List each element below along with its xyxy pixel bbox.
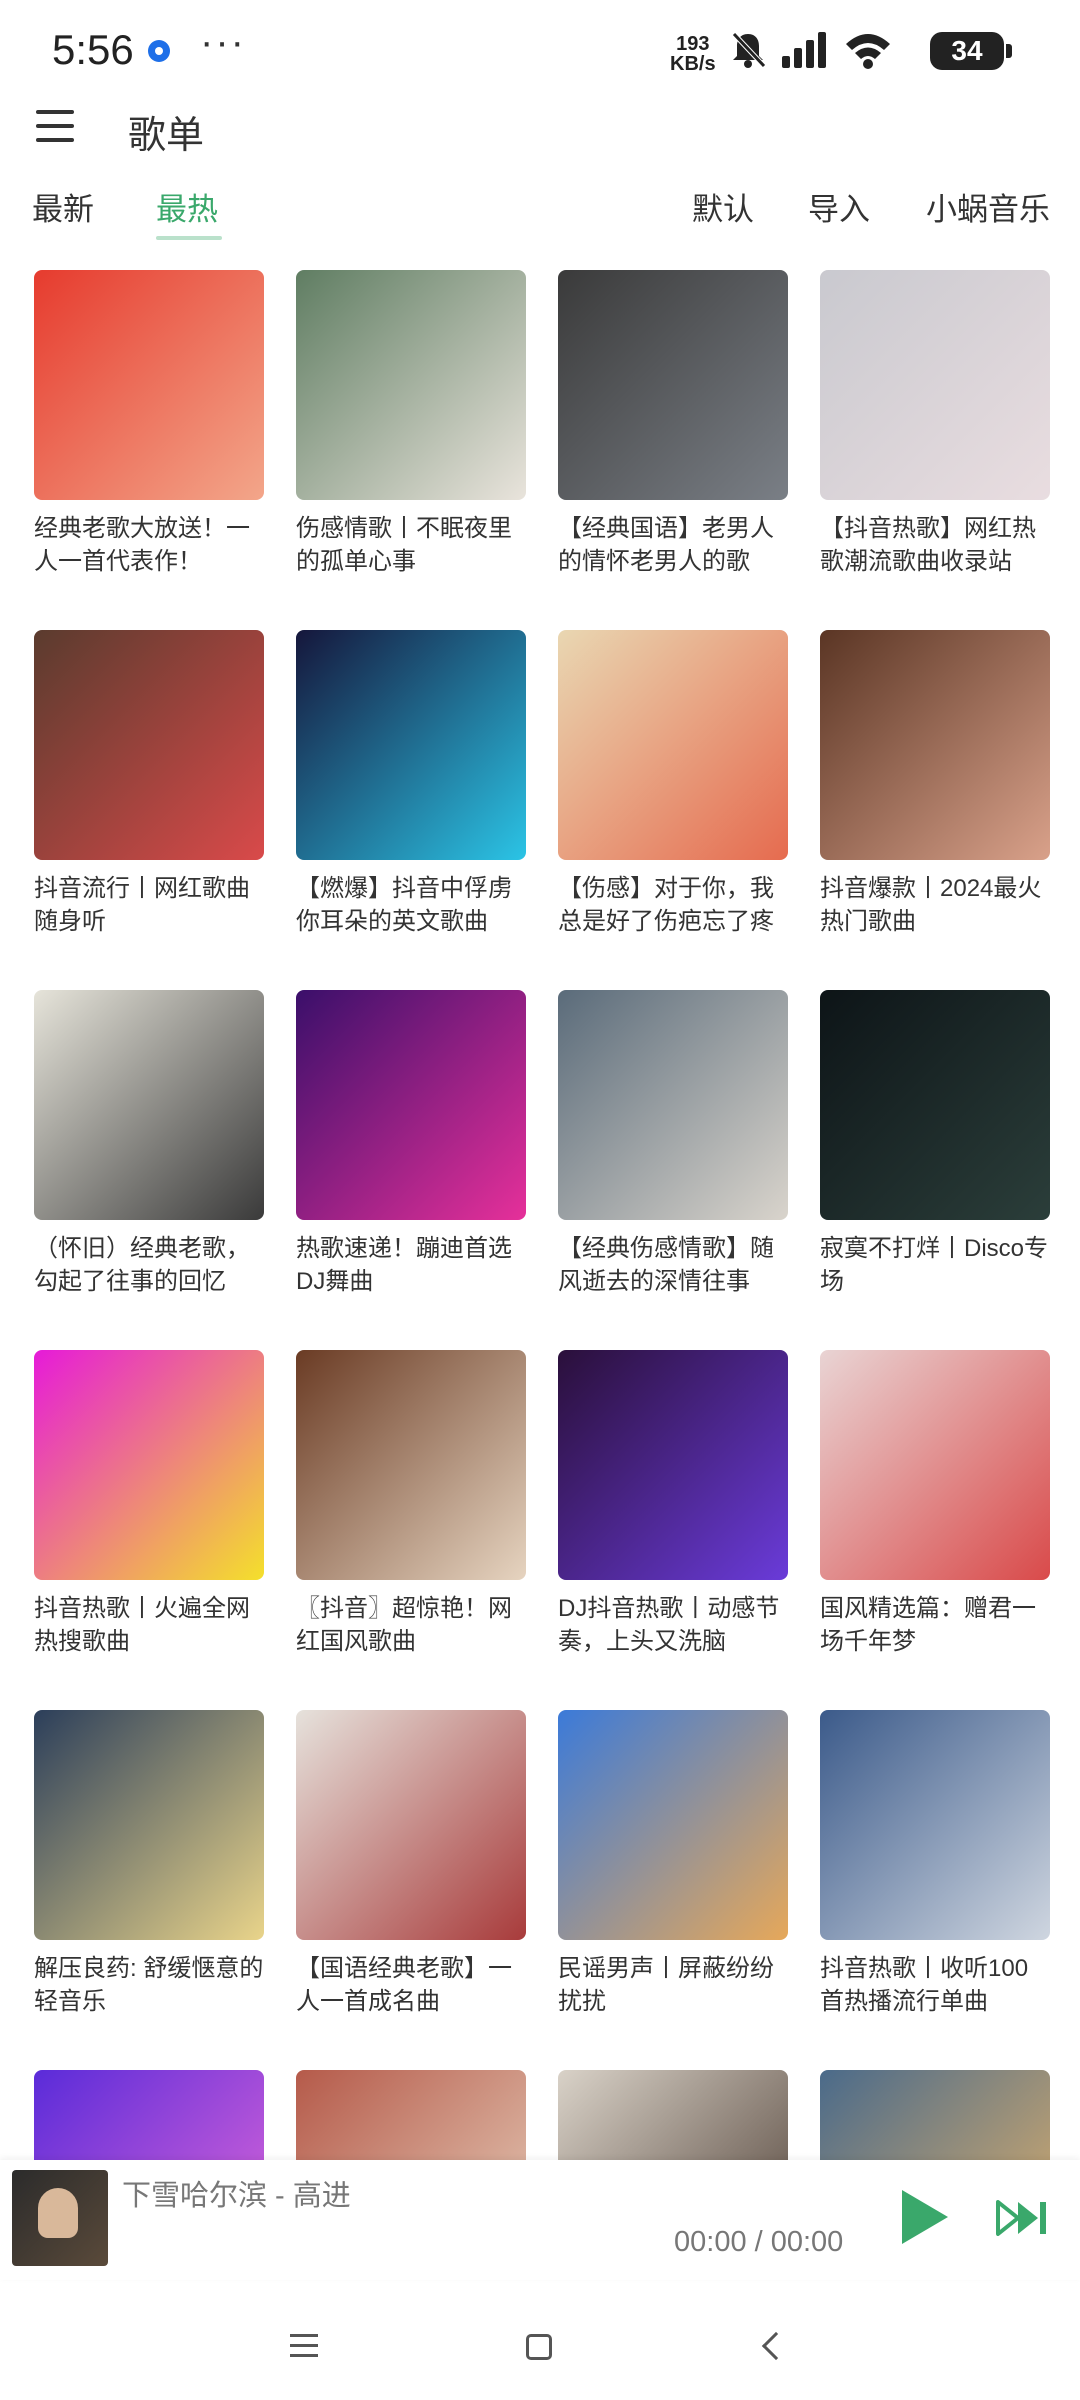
playlist-grid: 经典老歌大放送！一人一首代表作！ 伤感情歌丨不眠夜里的孤单心事 【经典国语】老男人的…	[0, 270, 1080, 2160]
location-icon	[148, 40, 170, 62]
mini-player[interactable]: 下雪哈尔滨 - 高进 00:00 / 00:00	[0, 2160, 1080, 2280]
home-icon[interactable]	[526, 2334, 552, 2360]
playlist-cover-image[interactable]	[296, 270, 526, 500]
playlist-title[interactable]: 【国语经典老歌】一人一首成名曲	[296, 1952, 528, 2018]
system-nav-bar	[0, 2290, 1080, 2400]
tab-bar: 最新 最热 默认 导入 小蜗音乐	[0, 184, 1080, 240]
playlist-cover-image[interactable]	[296, 990, 526, 1220]
playlist-title[interactable]: 伤感情歌丨不眠夜里的孤单心事	[296, 512, 528, 578]
playlist-cover-image[interactable]	[558, 1350, 788, 1580]
playlist-card[interactable]: 经典老歌大放送！一人一首代表作！	[34, 270, 264, 578]
playlist-cover-image[interactable]	[820, 630, 1050, 860]
more-notifications-icon: ···	[200, 20, 246, 64]
playlist-cover-image[interactable]	[558, 1710, 788, 1940]
playlist-card[interactable]	[820, 2070, 1050, 2160]
playlist-cover-image[interactable]	[820, 990, 1050, 1220]
play-icon[interactable]	[902, 2190, 948, 2244]
playlist-cover-image[interactable]	[296, 2070, 526, 2160]
playlist-cover-image[interactable]	[34, 990, 264, 1220]
playlist-title[interactable]: 【伤感】对于你，我总是好了伤疤忘了疼	[558, 872, 790, 938]
playlist-card[interactable]: 【国语经典老歌】一人一首成名曲	[296, 1710, 526, 2018]
playlist-card[interactable]: 【经典国语】老男人的情怀老男人的歌	[558, 270, 788, 578]
playlist-card[interactable]: 抖音爆款丨2024最火热门歌曲	[820, 630, 1050, 938]
playlist-card[interactable]: （怀旧）经典老歌，勾起了往事的回忆	[34, 990, 264, 1298]
playlist-card[interactable]: 抖音热歌丨火遍全网热搜歌曲	[34, 1350, 264, 1658]
playlist-cover-image[interactable]	[820, 1350, 1050, 1580]
next-track-icon[interactable]	[996, 2200, 1048, 2236]
now-playing-title[interactable]: 下雪哈尔滨 - 高进	[122, 2172, 351, 2214]
playlist-card[interactable]: 伤感情歌丨不眠夜里的孤单心事	[296, 270, 526, 578]
playlist-title[interactable]: 抖音热歌丨火遍全网热搜歌曲	[34, 1592, 266, 1658]
network-speed: 193 KB/s	[670, 34, 716, 74]
playlist-title[interactable]: 寂寞不打烊丨Disco专场	[820, 1232, 1052, 1298]
active-tab-indicator	[156, 236, 222, 240]
page-title: 歌单	[128, 115, 205, 157]
playlist-cover-image[interactable]	[558, 630, 788, 860]
playlist-title[interactable]: 抖音爆款丨2024最火热门歌曲	[820, 872, 1052, 938]
playlist-card[interactable]	[558, 2070, 788, 2160]
album-art-thumbnail[interactable]	[12, 2170, 108, 2266]
playlist-cover-image[interactable]	[34, 270, 264, 500]
playlist-card[interactable]: 【伤感】对于你，我总是好了伤疤忘了疼	[558, 630, 788, 938]
playlist-card[interactable]: 热歌速递！蹦迪首选DJ舞曲	[296, 990, 526, 1298]
tab-newest[interactable]: 最新	[32, 184, 94, 229]
mute-bell-icon	[732, 32, 766, 68]
playlist-title[interactable]: 国风精选篇：赠君一场千年梦	[820, 1592, 1052, 1658]
playlist-card[interactable]: 【抖音热歌】网红热歌潮流歌曲收录站	[820, 270, 1050, 578]
playlist-cover-image[interactable]	[820, 2070, 1050, 2160]
playlist-title[interactable]: 抖音流行丨网红歌曲随身听	[34, 872, 266, 938]
playlist-cover-image[interactable]	[34, 1350, 264, 1580]
playlist-cover-image[interactable]	[296, 1710, 526, 1940]
playlist-cover-image[interactable]	[558, 270, 788, 500]
playlist-card[interactable]: 抖音流行丨网红歌曲随身听	[34, 630, 264, 938]
playlist-card[interactable]: 抖音热歌丨收听100首热播流行单曲	[820, 1710, 1050, 2018]
network-speed-unit: KB/s	[670, 53, 716, 75]
playlist-title[interactable]: 【经典伤感情歌】随风逝去的深情往事	[558, 1232, 790, 1298]
playlist-card[interactable]: 【燃爆】抖音中俘虏你耳朵的英文歌曲	[296, 630, 526, 938]
hamburger-menu-icon[interactable]	[36, 110, 74, 142]
tab-xiaowo-music[interactable]: 小蜗音乐	[926, 184, 1050, 229]
back-icon[interactable]	[761, 2331, 791, 2361]
playlist-title[interactable]: 抖音热歌丨收听100首热播流行单曲	[820, 1952, 1052, 2018]
tab-default[interactable]: 默认	[692, 184, 754, 229]
playlist-cover-image[interactable]	[558, 2070, 788, 2160]
playlist-cover-image[interactable]	[296, 1350, 526, 1580]
playlist-cover-image[interactable]	[558, 990, 788, 1220]
playlist-cover-image[interactable]	[34, 1710, 264, 1940]
signal-icon	[782, 32, 826, 68]
playlist-card[interactable]: 解压良药: 舒缓惬意的轻音乐	[34, 1710, 264, 2018]
tab-import[interactable]: 导入	[808, 184, 870, 229]
playlist-card[interactable]: 国风精选篇：赠君一场千年梦	[820, 1350, 1050, 1658]
recent-apps-icon[interactable]	[290, 2334, 318, 2358]
battery-indicator: 34	[930, 32, 1012, 70]
tab-hottest[interactable]: 最热	[156, 184, 218, 229]
playlist-cover-image[interactable]	[820, 1710, 1050, 1940]
playlist-title[interactable]: 热歌速递！蹦迪首选DJ舞曲	[296, 1232, 528, 1298]
playlist-card[interactable]: 寂寞不打烊丨Disco专场	[820, 990, 1050, 1298]
playlist-card[interactable]	[296, 2070, 526, 2160]
playlist-cover-image[interactable]	[296, 630, 526, 860]
playlist-card[interactable]: DJ抖音热歌丨动感节奏，上头又洗脑	[558, 1350, 788, 1658]
playlist-card[interactable]: 〖抖音〗超惊艳！网红国风歌曲	[296, 1350, 526, 1658]
status-bar: 5:56 ··· 193 KB/s 34	[0, 0, 1080, 100]
playlist-title[interactable]: 【燃爆】抖音中俘虏你耳朵的英文歌曲	[296, 872, 528, 938]
playlist-title[interactable]: 经典老歌大放送！一人一首代表作！	[34, 512, 266, 578]
playlist-card[interactable]	[34, 2070, 264, 2160]
playlist-title[interactable]: （怀旧）经典老歌，勾起了往事的回忆	[34, 1232, 266, 1298]
playlist-title[interactable]: 民谣男声丨屏蔽纷纷扰扰	[558, 1952, 790, 2018]
playlist-title[interactable]: DJ抖音热歌丨动感节奏，上头又洗脑	[558, 1592, 790, 1658]
status-time: 5:56	[52, 26, 134, 73]
wifi-icon	[846, 34, 890, 69]
playlist-title[interactable]: 解压良药: 舒缓惬意的轻音乐	[34, 1952, 266, 2018]
playlist-card[interactable]: 【经典伤感情歌】随风逝去的深情往事	[558, 990, 788, 1298]
playlist-cover-image[interactable]	[820, 270, 1050, 500]
playlist-title[interactable]: 【抖音热歌】网红热歌潮流歌曲收录站	[820, 512, 1052, 578]
playlist-cover-image[interactable]	[34, 630, 264, 860]
playlist-cover-image[interactable]	[34, 2070, 264, 2160]
playlist-title[interactable]: 【经典国语】老男人的情怀老男人的歌	[558, 512, 790, 578]
network-speed-value: 193	[676, 33, 710, 55]
playlist-title[interactable]: 〖抖音〗超惊艳！网红国风歌曲	[296, 1592, 528, 1658]
playback-time: 00:00 / 00:00	[674, 2226, 844, 2258]
playlist-card[interactable]: 民谣男声丨屏蔽纷纷扰扰	[558, 1710, 788, 2018]
